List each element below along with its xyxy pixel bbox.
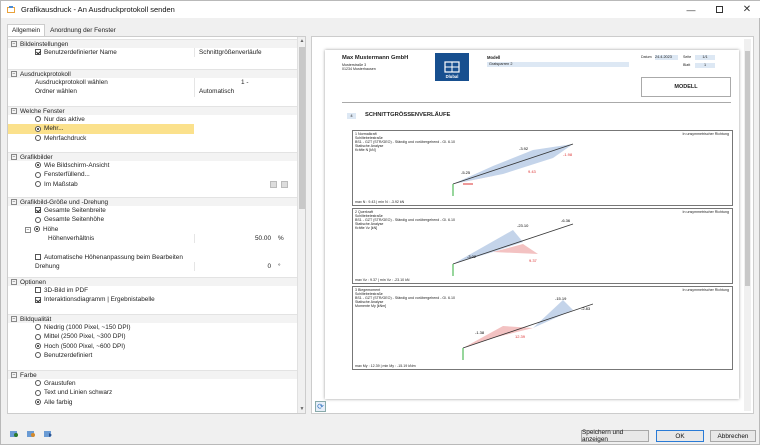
radio-niedrig[interactable] [35,324,41,331]
close-icon[interactable]: ✕ [733,1,760,18]
dlubal-logo: Dlubal [435,53,469,81]
scale-pick-icon[interactable] [270,180,277,188]
checkbox-auto-height[interactable] [35,253,41,260]
svg-text:-6.36: -6.36 [561,218,571,223]
svg-text:-15.19: -15.19 [555,296,567,301]
radio-fensterfuellend[interactable] [35,171,41,178]
settings-icon[interactable] [26,429,36,439]
radio-hoehe[interactable] [34,226,40,233]
section-title: SCHNITTGRÖSSENVERLÄUFE [365,112,451,118]
export-icon[interactable] [43,429,53,439]
svg-text:-2.83: -2.83 [581,306,591,311]
scroll-up-icon[interactable]: ▲ [298,37,305,45]
tab-allgemein[interactable]: Allgemein [7,24,46,36]
svg-text:-5.25: -5.25 [461,170,471,175]
svg-text:-1.38: -1.38 [475,330,485,335]
radio-seitenhoehe[interactable] [35,216,41,223]
company-city: 01234 Musterhausen [342,67,376,71]
folder-select[interactable]: Automatisch [194,87,299,97]
custom-name-checkbox[interactable] [35,49,41,56]
scroll-down-icon[interactable]: ▼ [298,405,305,413]
save-and-show-button[interactable]: Speichern und anzeigen [581,429,649,443]
radio-alle-farbig[interactable] [35,399,41,406]
diagram-biegemoment: 3 Biegemoment Schiltebelestraße BS1 - GZT … [352,286,733,370]
logo-mark-icon [444,61,460,73]
tab-anordnung[interactable]: Anordnung der Fenster [45,24,121,36]
section-ausdruckprotokoll: − Ausdruckprotokoll Ausdruckprotokoll wäh… [8,69,299,97]
svg-text:-23.10: -23.10 [517,223,529,228]
section-farbe: − Farbe Graustufen Text und Linien schwar… [8,370,299,407]
svg-text:12.39: 12.39 [515,334,526,339]
svg-text:-1.98: -1.98 [563,152,573,157]
preview-panel: Max Mustermann GmbH Musterstraße 3 01234… [311,36,754,414]
collapse-icon[interactable]: − [11,154,17,160]
radio-mehrfachdruck[interactable] [35,135,41,142]
diagram-normalkraft: 1 Normalkraft Schiltebelestraße BS1 - GZT … [352,130,733,206]
minimize-icon[interactable]: — [677,1,705,18]
checkbox-seitenbreite[interactable] [35,207,41,214]
section-bildqualitaet: − Bildqualität Niedrig (1000 Pixel, ~150 … [8,314,299,360]
settings-scrollbar[interactable]: ▲ ▼ [297,37,305,413]
section-bildeinstellungen: − Bildeinstellungen Benutzerdefinierter N… [8,39,299,58]
radio-hoch[interactable] [35,343,41,350]
protocol-select[interactable]: 1 - [194,78,299,88]
modell-box: MODELL [641,77,731,97]
section-optionen: − Optionen 3D-Bild im PDF Interaktionsdia… [8,277,299,305]
model-name: Gratsparren 2 [487,62,629,67]
section-welche-fenster: − Welche Fenster Nur das aktive Mehr... M… [8,106,299,143]
refresh-preview-button[interactable]: ⟳ [315,401,326,412]
collapse-icon[interactable]: − [11,279,17,285]
radio-mehr[interactable] [35,125,41,132]
radio-nur-aktive[interactable] [35,116,41,123]
preview-scrollbar[interactable] [744,39,751,411]
title-bar: Grafikausdruck - An Ausdruckprotokoll se… [1,1,760,18]
window-title: Grafikausdruck - An Ausdruckprotokoll se… [21,5,175,14]
svg-text:-3.02: -3.02 [467,254,477,259]
tab-bar: Allgemein Anordnung der Fenster [7,24,121,36]
collapse-icon[interactable]: − [11,199,17,205]
svg-text:9.43: 9.43 [528,169,537,174]
collapse-icon[interactable]: − [11,41,17,47]
radio-mittel[interactable] [35,333,41,340]
radio-massstab[interactable] [35,181,41,188]
company-name: Max Mustermann GmbH [342,55,409,61]
scroll-thumb[interactable] [299,47,305,209]
rotation-input[interactable]: 0 [194,261,299,272]
settings-panel: − Bildeinstellungen Benutzerdefinierter N… [7,36,306,414]
print-preview-page: Max Mustermann GmbH Musterstraße 3 01234… [325,50,739,399]
section-groesse-drehung: − Grafikbild-Größe und -Drehung Gesamte S… [8,197,299,272]
radio-benutzerdefiniert[interactable] [35,352,41,359]
svg-text:9.37: 9.37 [529,258,538,263]
preview-scroll-thumb[interactable] [745,51,750,286]
collapse-icon[interactable]: − [25,226,31,233]
collapse-icon[interactable]: − [11,108,17,114]
diagram-querkraft: 2 Querkraft Schiltebelestraße BS1 - GZT (S… [352,208,733,284]
collapse-icon[interactable]: − [11,372,17,378]
checkbox-interaktion[interactable] [35,296,41,303]
custom-name-field[interactable]: Schnittgrößenverläufe [194,48,299,58]
checkbox-3d-pdf[interactable] [35,287,41,294]
radio-text-schwarz[interactable] [35,389,41,396]
radio-bildschirm[interactable] [35,162,41,169]
cancel-button[interactable]: Abbrechen [710,430,756,442]
help-icon[interactable] [9,429,19,439]
collapse-icon[interactable]: − [11,316,17,322]
scale-edit-icon[interactable] [281,180,288,188]
radio-graustufen[interactable] [35,380,41,387]
maximize-icon[interactable] [705,1,733,18]
dialog-window: Grafikausdruck - An Ausdruckprotokoll se… [0,0,760,445]
app-icon [7,5,15,13]
collapse-icon[interactable]: − [11,71,17,77]
ok-button[interactable]: OK [656,430,704,442]
section-grafikbilder: − Grafikbilder Wie Bildschirm-Ansicht Fen… [8,152,299,189]
svg-text:-3.92: -3.92 [519,146,529,151]
